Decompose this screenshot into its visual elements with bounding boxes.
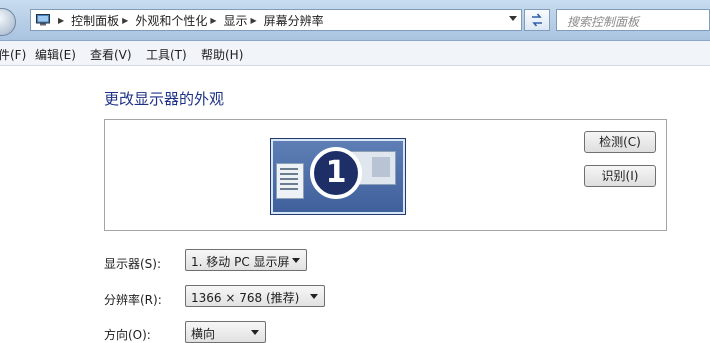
control-panel-icon (36, 14, 50, 26)
chevron-down-icon (310, 294, 318, 299)
breadcrumb-appearance[interactable]: 外观和个性化 (135, 12, 207, 29)
refresh-icon (532, 13, 542, 27)
page-title: 更改显示器的外观 (104, 90, 225, 108)
chevron-right-icon[interactable]: ▶ (251, 16, 257, 25)
menu-edit[interactable]: 编辑(E) (35, 46, 76, 63)
chevron-right-icon[interactable]: ▶ (122, 16, 128, 25)
refresh-button[interactable] (524, 9, 550, 31)
display-label: 显示器(S): (104, 257, 162, 271)
preview-window-thumbnail (372, 157, 390, 177)
chevron-down-icon (292, 258, 300, 263)
display-select-value: 1. 移动 PC 显示屏 (191, 255, 290, 269)
address-history-dropdown-icon[interactable] (509, 16, 517, 21)
search-placeholder: 搜索控制面板 (567, 15, 640, 29)
preview-window-lines (280, 168, 298, 192)
detect-button[interactable]: 检测(C) (584, 131, 656, 153)
menu-file[interactable]: 件(F) (0, 46, 26, 63)
menu-view[interactable]: 查看(V) (90, 46, 132, 63)
back-button[interactable] (0, 8, 16, 36)
breadcrumb-screen-resolution[interactable]: 屏幕分辨率 (264, 12, 324, 29)
resolution-select-value: 1366 × 768 (推荐) (191, 291, 300, 305)
resolution-label: 分辨率(R): (104, 293, 162, 307)
address-bar-strip: ▶ 控制面板 ▶ 外观和个性化 ▶ 显示 ▶ 屏幕分辨率 搜索控制面板 (0, 0, 710, 41)
orientation-label: 方向(O): (104, 328, 151, 342)
menu-help[interactable]: 帮助(H) (201, 46, 243, 63)
chevron-right-icon: ▶ (58, 15, 65, 25)
breadcrumb: ▶ 控制面板 ▶ 外观和个性化 ▶ 显示 ▶ 屏幕分辨率 (55, 10, 324, 30)
display-select[interactable]: 1. 移动 PC 显示屏 (185, 249, 307, 271)
preview-window-thumbnail (276, 163, 304, 199)
resolution-select[interactable]: 1366 × 768 (推荐) (185, 285, 325, 307)
address-bar[interactable]: ▶ 控制面板 ▶ 外观和个性化 ▶ 显示 ▶ 屏幕分辨率 (30, 9, 522, 31)
menu-tools[interactable]: 工具(T) (146, 46, 187, 63)
search-input[interactable]: 搜索控制面板 (556, 9, 710, 31)
orientation-select-value: 横向 (191, 327, 216, 341)
identify-button[interactable]: 识别(I) (584, 165, 656, 187)
chevron-down-icon (251, 330, 259, 335)
chevron-right-icon[interactable]: ▶ (210, 16, 216, 25)
breadcrumb-control-panel[interactable]: 控制面板 (71, 12, 119, 29)
menu-bar: 件(F) 编辑(E) 查看(V) 工具(T) 帮助(H) (0, 41, 710, 66)
monitor-number-badge: 1 (310, 147, 362, 199)
orientation-select[interactable]: 横向 (185, 321, 266, 343)
breadcrumb-display[interactable]: 显示 (224, 12, 248, 29)
